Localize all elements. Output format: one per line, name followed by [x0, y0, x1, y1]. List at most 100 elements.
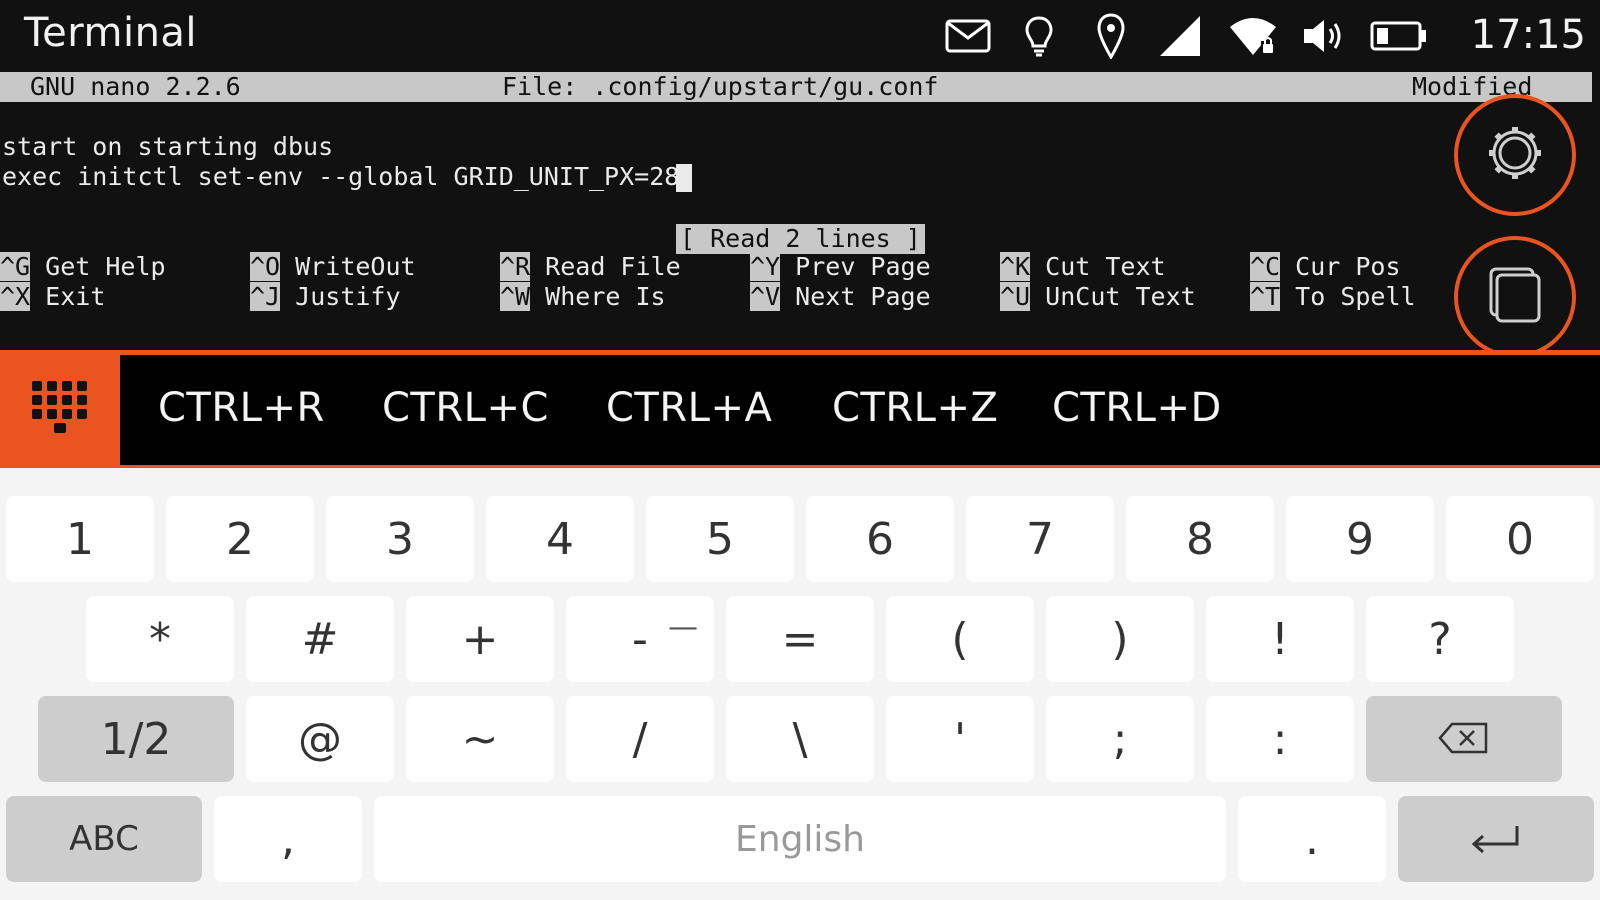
- shortcut-read-file[interactable]: ^R Read File: [500, 252, 681, 282]
- key-9[interactable]: 9: [1286, 496, 1434, 582]
- shortcut-key: ^G: [0, 252, 31, 281]
- key-close-paren[interactable]: ): [1046, 596, 1194, 682]
- key-tilde[interactable]: ~: [406, 696, 554, 782]
- key-4[interactable]: 4: [486, 496, 634, 582]
- key-abc[interactable]: ABC: [6, 796, 202, 882]
- backspace-key[interactable]: [1366, 696, 1562, 782]
- shortcut-get-help[interactable]: ^G Get Help: [0, 252, 166, 282]
- key-period[interactable]: .: [1238, 796, 1386, 882]
- shortcut-cur-pos[interactable]: ^C Cur Pos: [1250, 252, 1401, 282]
- key-comma[interactable]: ,: [214, 796, 362, 882]
- backspace-icon: [1438, 714, 1490, 765]
- enter-key[interactable]: [1398, 796, 1594, 882]
- code-line[interactable]: exec initctl set-env --global GRID_UNIT_…: [2, 162, 679, 192]
- shortcut-label: WriteOut: [295, 252, 416, 281]
- mail-icon[interactable]: [944, 14, 992, 58]
- key-3[interactable]: 3: [326, 496, 474, 582]
- clock: 17:15: [1470, 12, 1586, 58]
- shortcut-key: ^O: [250, 252, 281, 281]
- shortcut-uncut-text[interactable]: ^U UnCut Text: [1000, 282, 1196, 312]
- shortcut-label: Cut Text: [1045, 252, 1166, 281]
- key-semicolon[interactable]: ;: [1046, 696, 1194, 782]
- keypad-toggle-button[interactable]: [0, 355, 120, 465]
- windows-icon: [1487, 265, 1543, 329]
- key-apostrophe[interactable]: ': [886, 696, 1034, 782]
- shortcut-label: Get Help: [45, 252, 166, 281]
- key-7[interactable]: 7: [966, 496, 1114, 582]
- ctrl-a-button[interactable]: CTRL+A: [606, 385, 772, 431]
- nano-status-message: [ Read 2 lines ]: [676, 224, 925, 254]
- key-at[interactable]: @: [246, 696, 394, 782]
- code-line[interactable]: start on starting dbus: [2, 132, 333, 162]
- shortcut-prev-page[interactable]: ^Y Prev Page: [750, 252, 931, 282]
- key-backslash[interactable]: \: [726, 696, 874, 782]
- key-question[interactable]: ?: [1366, 596, 1514, 682]
- shortcut-key: ^C: [1250, 252, 1281, 281]
- lightbulb-icon[interactable]: [1022, 14, 1056, 58]
- key-label: -: [632, 613, 648, 665]
- shortcut-label: Prev Page: [795, 252, 931, 281]
- settings-icon: [1485, 123, 1545, 187]
- ctrl-r-button[interactable]: CTRL+R: [158, 385, 325, 431]
- shortcut-key: ^K: [1000, 252, 1031, 281]
- shortcut-key: ^V: [750, 282, 781, 311]
- key-equals[interactable]: =: [726, 596, 874, 682]
- key-5[interactable]: 5: [646, 496, 794, 582]
- windows-button[interactable]: [1454, 236, 1576, 358]
- key-exclamation[interactable]: !: [1206, 596, 1354, 682]
- shortcut-key: ^W: [500, 282, 531, 311]
- ctrl-d-button[interactable]: CTRL+D: [1052, 385, 1222, 431]
- key-8[interactable]: 8: [1126, 496, 1274, 582]
- keypad-icon: [32, 381, 88, 439]
- nano-filename: File: .config/upstart/gu.conf: [502, 72, 939, 101]
- shortcut-label: Exit: [45, 282, 106, 311]
- nano-title-bar: GNU nano 2.2.6 File: .config/upstart/gu.…: [0, 72, 1592, 102]
- shortcut-label: UnCut Text: [1045, 282, 1196, 311]
- shortcut-justify[interactable]: ^J Justify: [250, 282, 401, 312]
- shortcut-key: ^R: [500, 252, 531, 281]
- shortcut-next-page[interactable]: ^V Next Page: [750, 282, 931, 312]
- shortcut-key: ^X: [0, 282, 31, 311]
- space-key[interactable]: English: [374, 796, 1226, 882]
- shortcut-writeout[interactable]: ^O WriteOut: [250, 252, 416, 282]
- shortcut-to-spell[interactable]: ^T To Spell: [1250, 282, 1416, 312]
- ctrl-z-button[interactable]: CTRL+Z: [832, 385, 998, 431]
- settings-button[interactable]: [1454, 94, 1576, 216]
- shortcut-key: ^Y: [750, 252, 781, 281]
- key-hash[interactable]: #: [246, 596, 394, 682]
- volume-icon[interactable]: [1302, 14, 1346, 58]
- wifi-locked-icon[interactable]: [1228, 14, 1278, 58]
- key-plus[interactable]: +: [406, 596, 554, 682]
- shortcut-where-is[interactable]: ^W Where Is: [500, 282, 666, 312]
- location-pin-icon[interactable]: [1094, 13, 1128, 59]
- key-page-toggle[interactable]: 1/2: [38, 696, 234, 782]
- shortcut-label: To Spell: [1295, 282, 1416, 311]
- terminal-view[interactable]: GNU nano 2.2.6 File: .config/upstart/gu.…: [0, 72, 1600, 358]
- shortcut-exit[interactable]: ^X Exit: [0, 282, 105, 312]
- cellular-signal-icon[interactable]: [1158, 14, 1202, 58]
- shortcut-label: Justify: [295, 282, 401, 311]
- battery-icon[interactable]: [1370, 14, 1428, 58]
- shortcut-key: ^U: [1000, 282, 1031, 311]
- shortcut-key: ^T: [1250, 282, 1281, 311]
- key-6[interactable]: 6: [806, 496, 954, 582]
- status-bar: Terminal 17:15: [0, 0, 1600, 72]
- key-open-paren[interactable]: (: [886, 596, 1034, 682]
- shortcut-key: ^J: [250, 282, 281, 311]
- key-minus[interactable]: - —: [566, 596, 714, 682]
- key-1[interactable]: 1: [6, 496, 154, 582]
- shortcut-label: Cur Pos: [1295, 252, 1401, 281]
- key-0[interactable]: 0: [1446, 496, 1594, 582]
- enter-icon: [1469, 814, 1523, 865]
- shortcut-label: Next Page: [795, 282, 931, 311]
- key-colon[interactable]: :: [1206, 696, 1354, 782]
- key-asterisk[interactable]: *: [86, 596, 234, 682]
- key-slash[interactable]: /: [566, 696, 714, 782]
- shortcut-cut-text[interactable]: ^K Cut Text: [1000, 252, 1166, 282]
- onscreen-keyboard: 1 2 3 4 5 6 7 8 9 0 * # + - — = ( ) ! ? …: [0, 468, 1600, 900]
- ctrl-c-button[interactable]: CTRL+C: [382, 385, 549, 431]
- app-title: Terminal: [24, 10, 198, 56]
- key-alt-label: —: [668, 610, 698, 645]
- shortcut-label: Where Is: [545, 282, 666, 311]
- key-2[interactable]: 2: [166, 496, 314, 582]
